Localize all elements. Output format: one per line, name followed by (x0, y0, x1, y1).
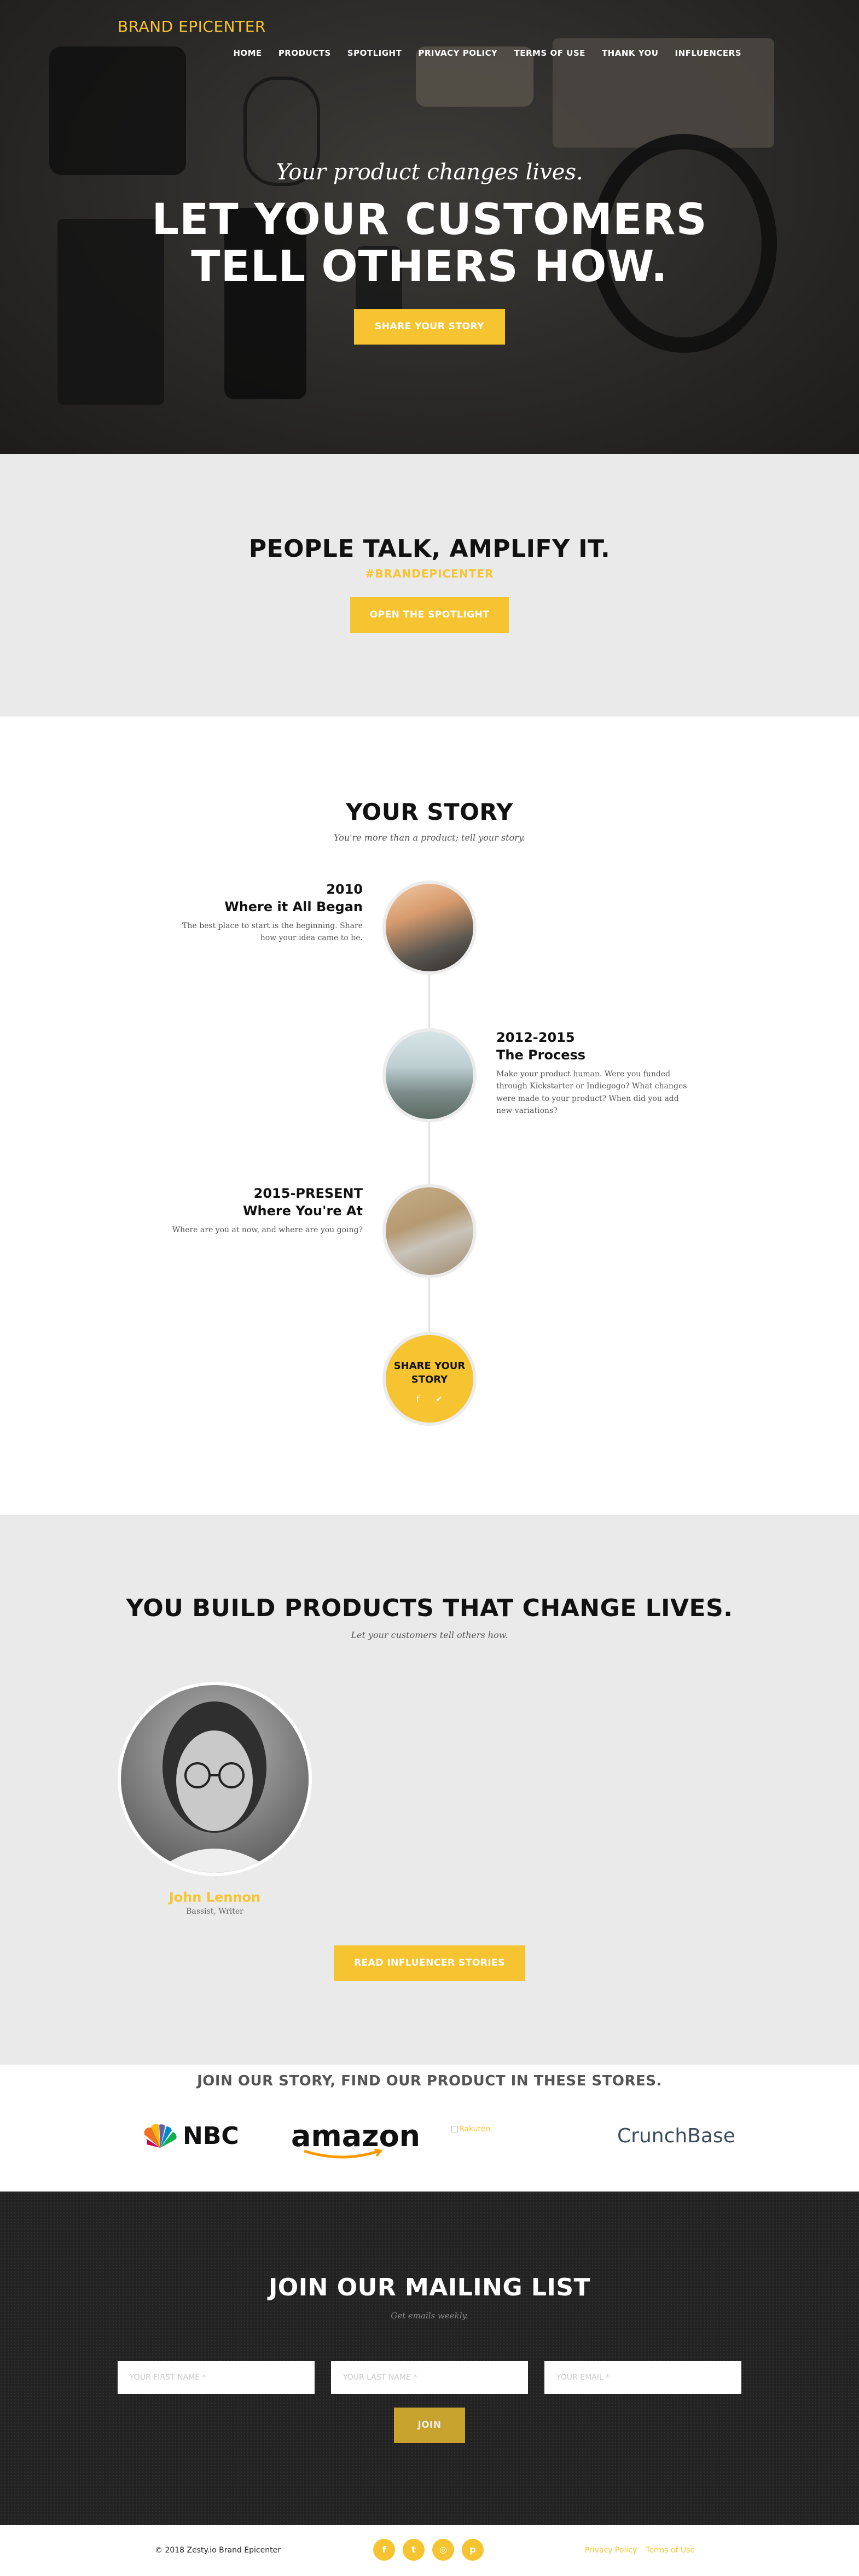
timeline-text: The best place to start is the beginning… (182, 922, 363, 943)
timeline-line (428, 908, 430, 1367)
hero-section: BRAND EPICENTER HOME PRODUCTS SPOTLIGHT … (0, 0, 859, 454)
join-button[interactable]: JOIN (394, 2408, 465, 2443)
timeline-heading: Where it All Began (224, 899, 363, 914)
nav-thank-you[interactable]: THANK YOU (602, 48, 659, 58)
section-title: JOIN OUR MAILING LIST (268, 2274, 591, 2301)
section-title: PEOPLE TALK, AMPLIFY IT. (248, 535, 611, 563)
section-title: YOUR STORY (346, 799, 513, 825)
world-map-background (0, 2192, 859, 2525)
twitter-icon[interactable]: t (403, 2539, 425, 2561)
brand-logo[interactable]: BRAND EPICENTER (118, 18, 266, 36)
timeline-year: 2012-2015 (496, 1030, 575, 1045)
mailing-list-section: JOIN OUR MAILING LIST Get emails weekly.… (0, 2192, 859, 2525)
open-spotlight-button[interactable]: OPEN THE SPOTLIGHT (350, 597, 509, 633)
wallet-image (49, 46, 186, 175)
twitter-icon[interactable]: ✔ (436, 1394, 443, 1404)
main-nav: HOME PRODUCTS SPOTLIGHT PRIVACY POLICY T… (233, 48, 741, 58)
section-title: JOIN OUR STORY, FIND OUR PRODUCT IN THES… (197, 2073, 662, 2089)
privacy-policy-link[interactable]: Privacy Policy (585, 2546, 637, 2555)
mountain-photo (382, 881, 477, 975)
footer-links: Privacy Policy Terms of Use (585, 2546, 695, 2555)
instagram-icon[interactable]: ◎ (432, 2539, 454, 2561)
hashtag-text: #BRANDEPICENTER (365, 567, 494, 580)
timeline-heading: Where You're At (243, 1203, 363, 1219)
timeline-year: 2015-PRESENT (253, 1186, 363, 1201)
influencer-name[interactable]: John Lennon (118, 1890, 312, 1905)
your-story-section: YOUR STORY You're more than a product; t… (0, 716, 859, 1515)
influencers-section: YOU BUILD PRODUCTS THAT CHANGE LIVES. Le… (0, 1515, 859, 2065)
hero-title: LET YOUR CUSTOMERS TELL OTHERS HOW. (152, 195, 707, 292)
broken-image-icon (451, 2126, 458, 2132)
timeline-item: 2010 Where it All Began The best place t… (166, 882, 363, 945)
last-name-input[interactable] (331, 2361, 528, 2394)
crunchbase-wordmark: CrunchBase (617, 2124, 735, 2147)
nbc-wordmark: NBC (183, 2122, 239, 2150)
amazon-logo[interactable]: amazon (291, 2118, 421, 2159)
timeline-heading: The Process (496, 1047, 586, 1063)
section-subtitle: Get emails weekly. (391, 2311, 468, 2321)
terms-of-use-link[interactable]: Terms of Use (646, 2546, 695, 2555)
copyright-text: © 2018 Zesty.io Brand Epicenter (155, 2546, 281, 2555)
timeline-text: Where are you at now, and where are you … (172, 1226, 363, 1234)
nav-spotlight[interactable]: SPOTLIGHT (347, 48, 402, 58)
crunchbase-logo[interactable]: CrunchBase (617, 2119, 735, 2152)
read-influencer-stories-button[interactable]: READ INFLUENCER STORIES (334, 1945, 525, 1981)
first-name-input[interactable] (118, 2361, 315, 2394)
timeline-text: Make your product human. Were you funded… (496, 1070, 687, 1116)
email-input[interactable] (544, 2361, 741, 2394)
share-label: SHARE YOUR STORY (393, 1360, 466, 1386)
social-links: f t ◎ p (373, 2539, 484, 2561)
hero-subtitle: Your product changes lives. (276, 160, 583, 185)
people-talk-section: PEOPLE TALK, AMPLIFY IT. #BRANDEPICENTER… (0, 454, 859, 716)
influencer-role: Bassist, Writer (186, 1907, 243, 1916)
section-subtitle: You're more than a product; tell your st… (334, 832, 525, 843)
nav-influencers[interactable]: INFLUENCERS (675, 48, 742, 58)
facebook-icon[interactable]: f (416, 1394, 419, 1404)
rakuten-alt-text: Rakuten (459, 2125, 491, 2134)
nav-home[interactable]: HOME (233, 48, 262, 58)
section-subtitle: Let your customers tell others how. (351, 1630, 508, 1640)
nbc-logo[interactable]: NBC (141, 2119, 239, 2152)
influencer-portrait[interactable] (118, 1682, 312, 1876)
stores-section: JOIN OUR STORY, FIND OUR PRODUCT IN THES… (0, 2065, 859, 2192)
timeline-item: 2012-2015 The Process Make your product … (496, 1030, 693, 1117)
pinterest-icon[interactable]: p (462, 2539, 484, 2561)
footer: © 2018 Zesty.io Brand Epicenter f t ◎ p … (0, 2525, 859, 2576)
rakuten-logo[interactable]: Rakuten (451, 2113, 491, 2146)
amazon-smile-icon (304, 2149, 383, 2159)
peacock-icon (143, 2124, 177, 2148)
nav-privacy-policy[interactable]: PRIVACY POLICY (418, 48, 497, 58)
share-your-story-button[interactable]: SHARE YOUR STORY (354, 309, 505, 345)
amazon-wordmark: amazon (291, 2118, 421, 2153)
nav-terms-of-use[interactable]: TERMS OF USE (514, 48, 585, 58)
section-title: YOU BUILD PRODUCTS THAT CHANGE LIVES. (126, 1594, 733, 1622)
timeline-item: 2015-PRESENT Where You're At Where are y… (166, 1186, 363, 1236)
nav-products[interactable]: PRODUCTS (278, 48, 331, 58)
airplane-photo (382, 1028, 477, 1122)
share-your-story-circle[interactable]: SHARE YOUR STORY f ✔ (382, 1332, 477, 1426)
facebook-icon[interactable]: f (373, 2539, 395, 2561)
laptop-photo (382, 1184, 477, 1278)
timeline-year: 2010 (326, 882, 363, 897)
